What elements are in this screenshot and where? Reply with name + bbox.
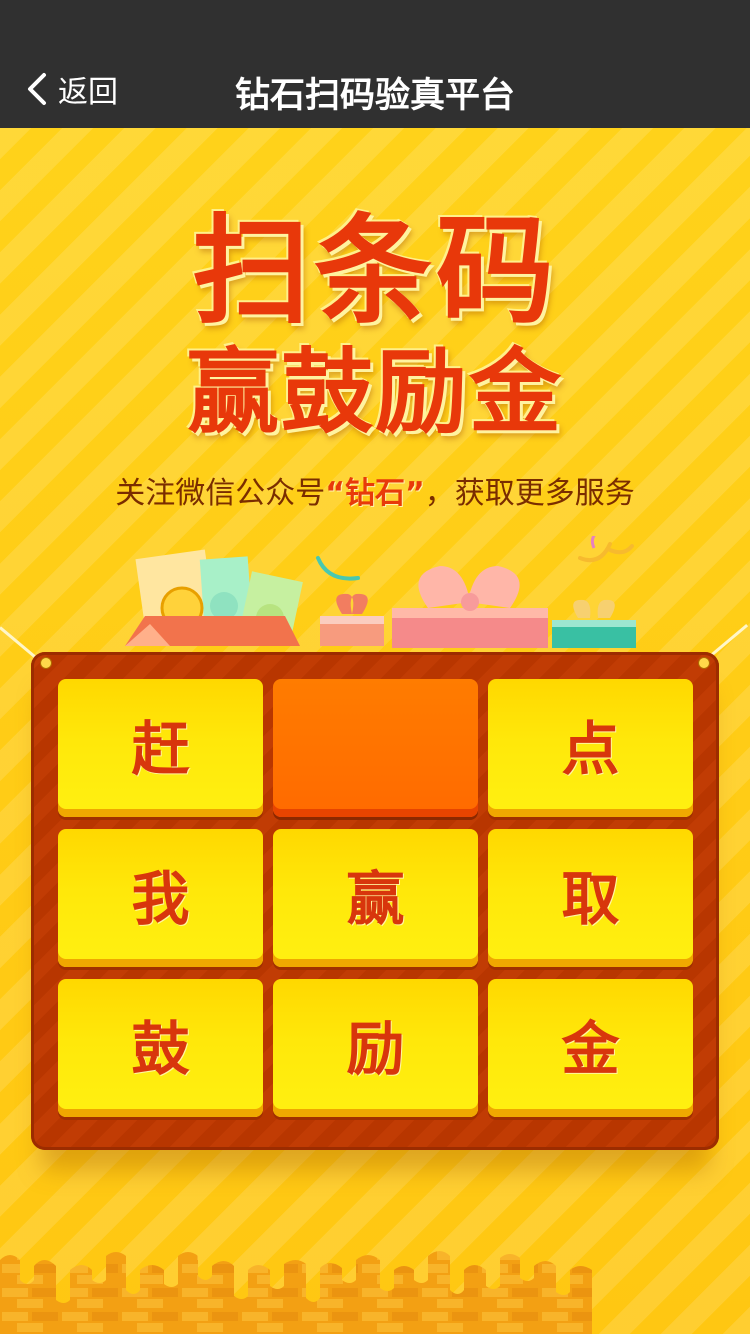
status-bar bbox=[0, 0, 750, 50]
teal-gift-icon bbox=[552, 536, 636, 648]
grid-cell-2[interactable] bbox=[273, 679, 478, 817]
promo-page: 扫条码 赢鼓励金 关注微信公众号“钻石”，获取更多服务 赶 点 我 赢 取 鼓 … bbox=[0, 128, 750, 1334]
small-gift-icon bbox=[316, 556, 384, 646]
lottery-board: 赶 点 我 赢 取 鼓 励 金 bbox=[31, 652, 719, 1150]
nail-right bbox=[698, 657, 710, 669]
grid-cell-1-label: 赶 bbox=[131, 715, 190, 783]
follow-hint: 关注微信公众号“钻石”，获取更多服务 bbox=[0, 468, 750, 512]
grid-cell-1[interactable]: 赶 bbox=[58, 679, 263, 817]
grid-cell-center-label: 赢 bbox=[346, 865, 405, 933]
headline-secondary: 赢鼓励金 bbox=[186, 339, 563, 446]
grid-cell-8[interactable]: 励 bbox=[273, 979, 478, 1117]
follow-hint-account: “钻石” bbox=[325, 476, 425, 511]
gift-illustration bbox=[125, 536, 636, 648]
grid-cell-8-label: 励 bbox=[346, 1015, 405, 1083]
grid-cell-9-label: 金 bbox=[561, 1015, 620, 1083]
grid-cell-7-label: 鼓 bbox=[131, 1015, 190, 1083]
coin-box-icon bbox=[125, 549, 303, 646]
follow-hint-suffix: ，获取更多服务 bbox=[424, 476, 635, 511]
grid-cell-4-label: 我 bbox=[131, 865, 190, 933]
headline-primary: 扫条码 bbox=[191, 202, 558, 340]
follow-hint-prefix: 关注微信公众号 bbox=[115, 476, 326, 511]
grid-cell-3[interactable]: 点 bbox=[488, 679, 693, 817]
nail-left bbox=[40, 657, 52, 669]
nav-bar: 返回 钻石扫码验真平台 bbox=[0, 50, 750, 128]
grid-cell-3-label: 点 bbox=[561, 715, 620, 783]
grid-cell-6-label: 取 bbox=[561, 865, 620, 933]
grid-cell-7[interactable]: 鼓 bbox=[58, 979, 263, 1117]
grid-cell-9[interactable]: 金 bbox=[488, 979, 693, 1117]
grid-cell-4[interactable]: 我 bbox=[58, 829, 263, 967]
grid-cell-6[interactable]: 取 bbox=[488, 829, 693, 967]
brick-wall-decoration bbox=[0, 1251, 592, 1334]
grid-cell-center[interactable]: 赢 bbox=[273, 829, 478, 967]
page-title: 钻石扫码验真平台 bbox=[234, 76, 515, 116]
big-gift-icon bbox=[392, 566, 548, 648]
